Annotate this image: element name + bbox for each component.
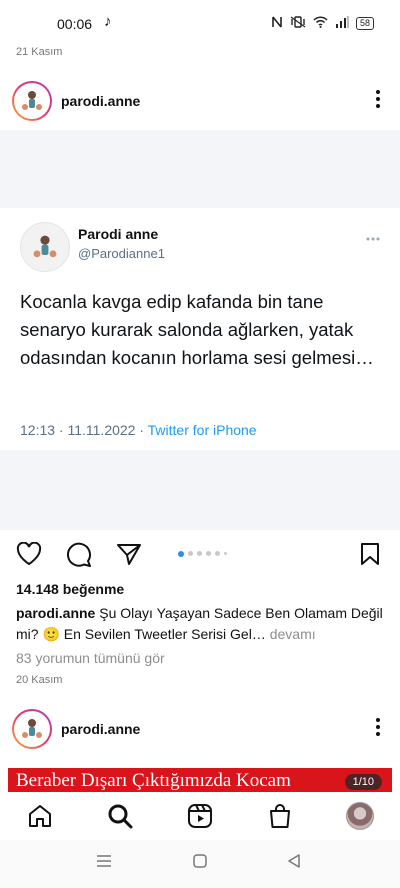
home-icon[interactable] xyxy=(26,802,54,830)
post-media-2[interactable]: Beraber Dışarı Çıktığımızda Kocam 1/10 xyxy=(0,764,400,792)
profile-image xyxy=(346,802,374,830)
post-header-2: parodi.anne xyxy=(0,701,400,757)
status-time: 00:06 xyxy=(57,16,93,32)
post-username[interactable]: parodi.anne xyxy=(61,721,140,737)
tweet-meta: 12:13 · 11.11.2022 · Twitter for iPhone xyxy=(20,422,257,438)
view-all-comments-link[interactable]: 83 yorumun tümünü gör xyxy=(16,650,165,666)
post-header: parodi.anne xyxy=(0,73,400,129)
post-username[interactable]: parodi.anne xyxy=(61,93,140,109)
likes-count[interactable]: 14.148 beğenme xyxy=(16,581,124,597)
carousel-dot xyxy=(188,551,193,556)
search-icon[interactable] xyxy=(106,802,134,830)
vibrate-icon xyxy=(290,16,306,31)
carousel-indicator xyxy=(178,550,227,557)
caption-username[interactable]: parodi.anne xyxy=(16,605,95,621)
status-icons: 58 xyxy=(271,16,374,31)
send-icon[interactable] xyxy=(116,542,142,571)
system-nav-bar xyxy=(0,840,400,888)
signal-icon xyxy=(335,16,349,31)
avatar-image xyxy=(14,711,50,747)
tweet-source: Twitter for iPhone xyxy=(147,422,257,438)
wifi-icon xyxy=(313,16,328,31)
carousel-dot xyxy=(197,551,202,556)
comment-icon[interactable] xyxy=(66,542,92,573)
post-media[interactable]: Parodi anne @Parodianne1 Kocanla kavga e… xyxy=(0,130,400,530)
tweet-more-icon xyxy=(366,228,380,244)
home-button-icon[interactable] xyxy=(193,854,207,873)
post-caption[interactable]: parodi.anne Şu Olayı Yaşayan Sadece Ben … xyxy=(16,603,388,645)
carousel-counter: 1/10 xyxy=(344,774,382,790)
tweet-display-name: Parodi anne xyxy=(78,226,159,242)
music-note-icon: ♪ xyxy=(104,13,112,30)
tweet-avatar xyxy=(20,222,70,272)
back-icon[interactable] xyxy=(287,854,301,873)
avatar[interactable] xyxy=(12,709,52,749)
nfc-icon xyxy=(271,16,283,31)
carousel-dot xyxy=(224,552,227,555)
post-actions xyxy=(0,536,400,572)
carousel-dot-active xyxy=(178,550,184,557)
shop-icon[interactable] xyxy=(266,802,294,830)
tweet-text: Kocanla kavga edip kafanda bin tane sena… xyxy=(20,291,374,368)
media-banner-text: Beraber Dışarı Çıktığımızda Kocam xyxy=(8,768,392,792)
reels-icon[interactable] xyxy=(186,802,214,830)
avatar[interactable] xyxy=(12,81,52,121)
more-options-icon[interactable] xyxy=(376,90,380,112)
carousel-dot xyxy=(206,551,211,556)
tweet-time-date: 12:13 · 11.11.2022 · xyxy=(20,422,148,438)
avatar-image xyxy=(14,83,50,119)
carousel-dot xyxy=(215,551,220,556)
post-date: 20 Kasım xyxy=(16,674,63,686)
bottom-nav xyxy=(0,792,400,840)
bookmark-icon[interactable] xyxy=(360,542,380,571)
tweet-card: Parodi anne @Parodianne1 Kocanla kavga e… xyxy=(0,208,400,450)
heart-icon[interactable] xyxy=(16,541,42,571)
profile-avatar[interactable] xyxy=(346,802,374,830)
post-date-previous: 21 Kasım xyxy=(16,46,63,58)
tweet-handle: @Parodianne1 xyxy=(78,246,165,261)
status-bar: 00:06 ♪ 58 xyxy=(0,0,400,44)
caption-more-link[interactable]: devamı xyxy=(266,626,316,642)
menu-icon[interactable] xyxy=(96,854,112,873)
more-options-icon[interactable] xyxy=(376,718,380,740)
battery-indicator: 58 xyxy=(355,17,374,30)
